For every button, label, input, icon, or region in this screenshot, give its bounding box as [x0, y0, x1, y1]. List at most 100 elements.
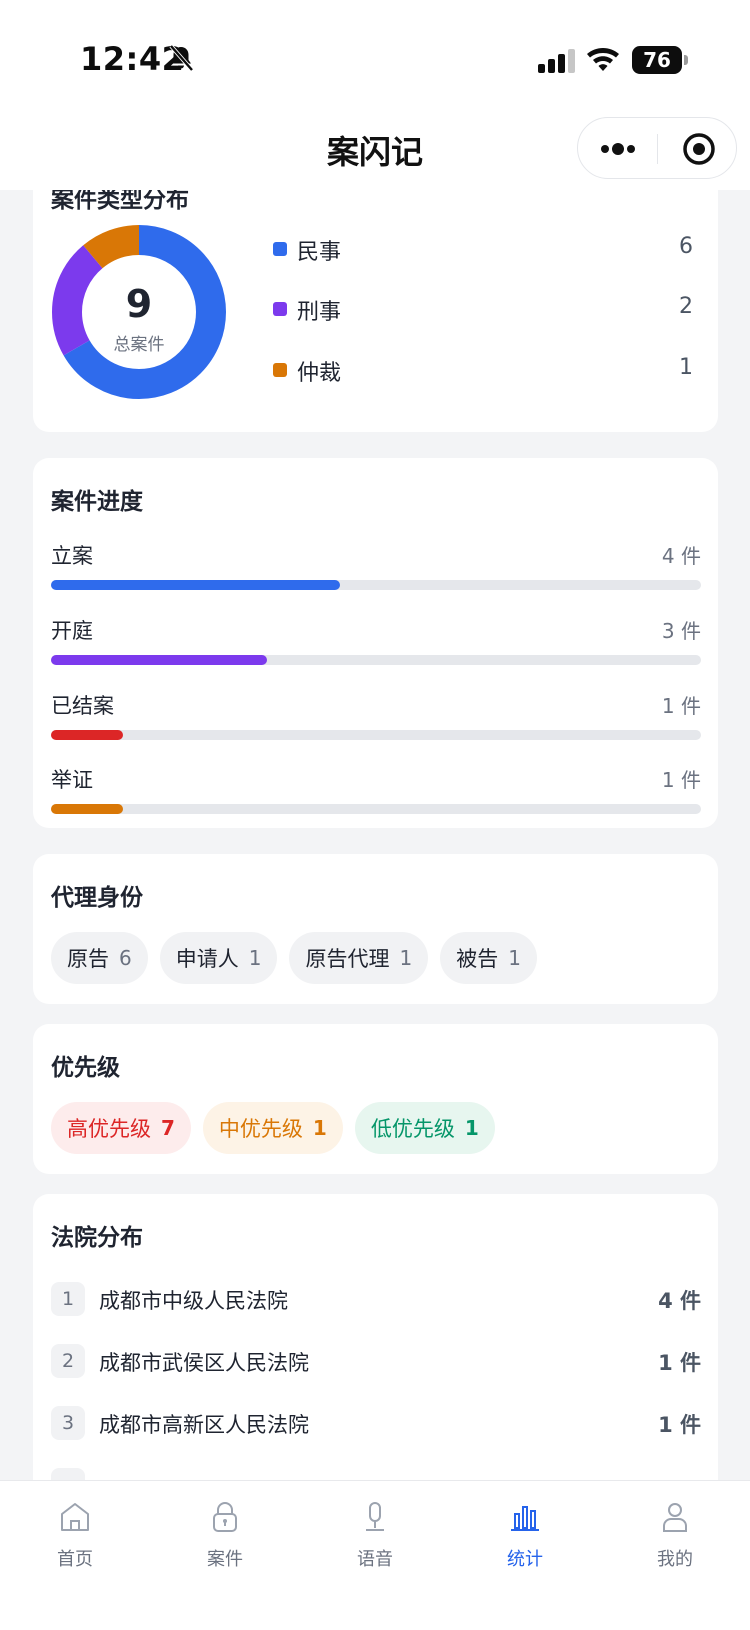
battery-indicator: 76 — [632, 46, 688, 74]
capsule-divider — [657, 134, 658, 164]
court-rank: 2 — [51, 1344, 85, 1378]
legend-value: 2 — [679, 294, 693, 319]
close-miniprogram-icon[interactable] — [682, 132, 716, 166]
tab-label: 案件 — [207, 1549, 243, 1570]
legend-swatch — [273, 302, 287, 316]
progress-row: 立案 4 件 — [51, 540, 701, 600]
priority-chip-label: 低优先级 — [370, 1117, 455, 1141]
court-distribution-title: 法院分布 — [51, 1225, 143, 1251]
agent-role-card: 代理身份 原告 6 申请人 1 原告代理 1 被告 1 — [33, 854, 718, 1004]
wifi-icon — [587, 48, 619, 71]
bar-chart-icon — [511, 1506, 539, 1531]
legend-value: 6 — [679, 234, 693, 259]
role-chip[interactable]: 申请人 1 — [159, 932, 278, 984]
role-chip-label: 被告 — [456, 947, 499, 971]
bell-muted-icon — [169, 44, 194, 72]
legend-swatch — [273, 363, 287, 377]
priority-chip-label: 中优先级 — [218, 1117, 303, 1141]
stats-content[interactable]: 案件类型分布 9 总案件 民事 6 刑事 2 仲裁 1 案件进度 立案 4 件 … — [0, 190, 750, 1480]
role-chip-count: 1 — [508, 946, 521, 970]
tab-label: 首页 — [57, 1549, 93, 1570]
court-rank — [51, 1468, 85, 1480]
case-progress-card: 案件进度 立案 4 件 开庭 3 件 已结案 1 件 举证 1 件 — [33, 458, 718, 828]
role-chip[interactable]: 被告 1 — [440, 932, 537, 984]
role-chip[interactable]: 原告 6 — [51, 932, 148, 984]
total-cases-label: 总案件 — [113, 335, 165, 355]
tab-stats[interactable]: 统计 — [450, 1495, 600, 1575]
tab-cases[interactable]: 案件 — [150, 1495, 300, 1575]
priority-chip-count: 1 — [312, 1116, 327, 1140]
court-count: 1 件 — [658, 1351, 701, 1375]
agent-role-title: 代理身份 — [51, 885, 143, 911]
legend-label: 民事 — [297, 240, 342, 265]
legend-label: 刑事 — [297, 300, 342, 325]
priority-chip-high[interactable]: 高优先级 7 — [51, 1102, 191, 1154]
home-icon — [61, 1503, 89, 1531]
progress-label: 开庭 — [51, 619, 93, 643]
role-chip-label: 申请人 — [175, 947, 239, 971]
tab-profile[interactable]: 我的 — [600, 1495, 750, 1575]
court-row-partial — [51, 1466, 701, 1480]
progress-track — [51, 580, 701, 590]
court-name: 成都市高新区人民法院 — [99, 1413, 309, 1437]
progress-fill — [51, 580, 340, 590]
court-rank: 1 — [51, 1282, 85, 1316]
progress-fill — [51, 730, 124, 740]
progress-count: 1 件 — [661, 694, 701, 718]
court-row[interactable]: 3 成都市高新区人民法院 1 件 — [51, 1404, 701, 1444]
legend-value: 1 — [679, 355, 693, 380]
microphone-icon — [366, 1502, 384, 1531]
role-chip-count: 6 — [119, 946, 132, 970]
legend-item: 仲裁 1 — [273, 353, 693, 387]
miniprogram-capsule — [577, 117, 737, 179]
progress-row: 开庭 3 件 — [51, 615, 701, 675]
progress-label: 举证 — [51, 768, 93, 792]
bottom-tab-bar: 首页 案件 语音 统计 我的 — [0, 1480, 750, 1630]
legend-swatch — [273, 242, 287, 256]
court-count: 4 件 — [658, 1289, 701, 1313]
court-row[interactable]: 1 成都市中级人民法院 4 件 — [51, 1280, 701, 1320]
role-chip-label: 原告代理 — [305, 947, 390, 971]
role-chip[interactable]: 原告代理 1 — [289, 932, 429, 984]
progress-count: 3 件 — [661, 619, 701, 643]
progress-label: 立案 — [51, 544, 93, 568]
role-chip-count: 1 — [248, 946, 262, 970]
case-type-card: 案件类型分布 9 总案件 民事 6 刑事 2 仲裁 1 — [33, 190, 718, 432]
progress-count: 4 件 — [661, 544, 701, 568]
tab-home[interactable]: 首页 — [0, 1495, 150, 1575]
cellular-signal-icon — [538, 49, 575, 73]
court-row[interactable]: 2 成都市武侯区人民法院 1 件 — [51, 1342, 701, 1382]
court-name: 成都市武侯区人民法院 — [99, 1351, 309, 1375]
court-rank: 3 — [51, 1406, 85, 1440]
role-chip-count: 1 — [399, 946, 413, 970]
priority-chip-list: 高优先级 7 中优先级 1 低优先级 1 — [51, 1102, 495, 1154]
tab-label: 我的 — [657, 1549, 693, 1570]
role-chip-label: 原告 — [67, 947, 109, 971]
more-icon[interactable] — [598, 137, 638, 161]
lock-icon — [213, 1502, 237, 1532]
progress-row: 举证 1 件 — [51, 764, 701, 824]
legend-item: 民事 6 — [273, 232, 693, 266]
tab-label: 统计 — [507, 1549, 543, 1570]
priority-chip-count: 1 — [464, 1116, 479, 1140]
role-chip-list: 原告 6 申请人 1 原告代理 1 被告 1 — [51, 932, 537, 984]
tab-voice[interactable]: 语音 — [300, 1495, 450, 1575]
case-type-title: 案件类型分布 — [51, 190, 189, 213]
priority-title: 优先级 — [51, 1055, 120, 1081]
case-progress-title: 案件进度 — [51, 489, 143, 515]
priority-card: 优先级 高优先级 7 中优先级 1 低优先级 1 — [33, 1024, 718, 1174]
legend-label: 仲裁 — [297, 361, 342, 386]
nav-bar: 案闪记 — [0, 115, 750, 190]
priority-chip-label: 高优先级 — [67, 1117, 151, 1141]
priority-chip-medium[interactable]: 中优先级 1 — [202, 1102, 343, 1154]
court-count: 1 件 — [658, 1413, 701, 1437]
court-distribution-card: 法院分布 1 成都市中级人民法院 4 件 2 成都市武侯区人民法院 1 件 3 … — [33, 1194, 718, 1480]
progress-track — [51, 804, 701, 814]
progress-count: 1 件 — [661, 768, 701, 792]
priority-chip-low[interactable]: 低优先级 1 — [354, 1102, 495, 1154]
status-bar: 12:42 76 — [0, 0, 750, 115]
progress-row: 已结案 1 件 — [51, 690, 701, 750]
legend-item: 刑事 2 — [273, 292, 693, 326]
progress-track — [51, 730, 701, 740]
progress-fill — [51, 804, 124, 814]
